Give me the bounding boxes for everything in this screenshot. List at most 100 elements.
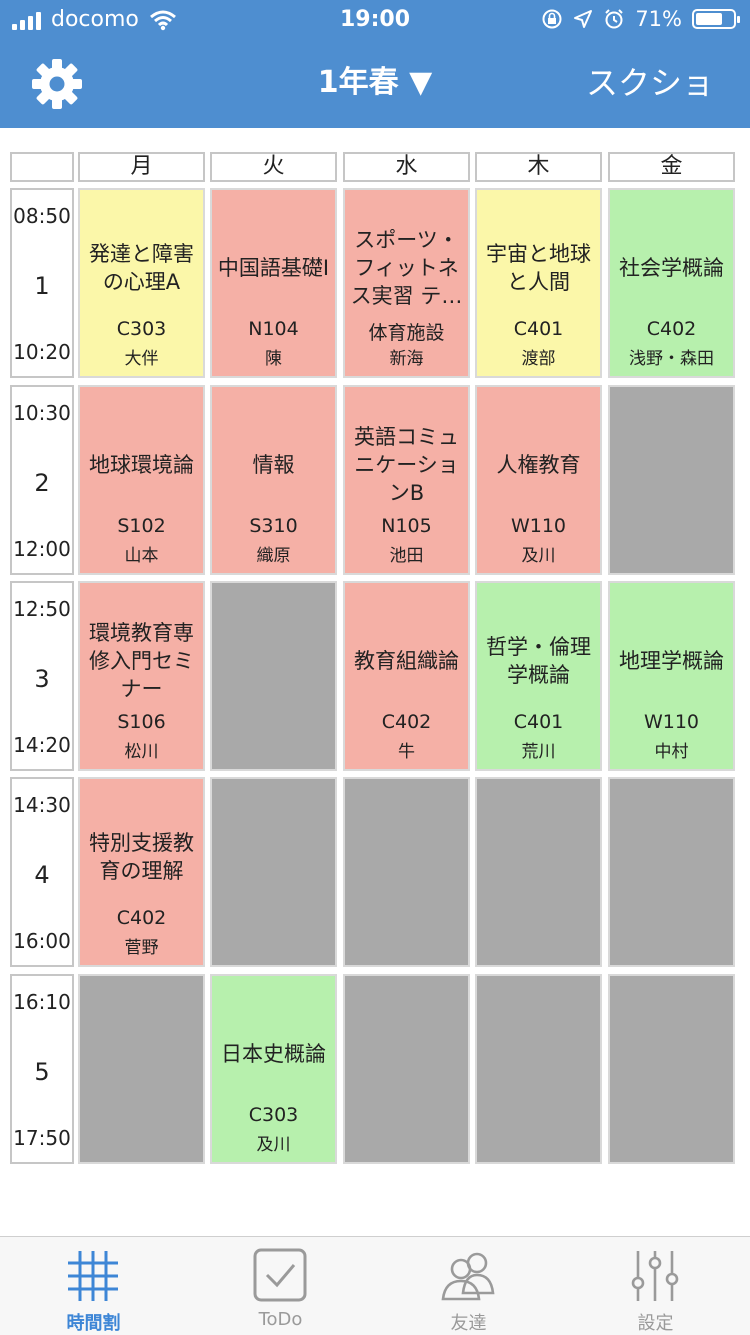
checkbox-icon xyxy=(253,1248,307,1302)
tab-label: 友達 xyxy=(450,1313,487,1334)
tab-timetable[interactable]: 時間割 xyxy=(0,1237,187,1335)
tab-settings[interactable]: 設定 xyxy=(562,1237,749,1335)
empty-cell[interactable] xyxy=(608,777,735,967)
class-cell[interactable]: 地理学概論 W110 中村 xyxy=(608,581,735,771)
day-header: 火 xyxy=(210,152,337,182)
class-teacher: 荒川 xyxy=(521,742,556,762)
period-label: 12:50 3 14:20 xyxy=(10,581,74,771)
battery-percent: 71% xyxy=(635,7,682,31)
class-room: W110 xyxy=(510,515,567,537)
class-cell[interactable]: 社会学概論 C402 浅野・森田 xyxy=(608,188,735,378)
empty-cell[interactable] xyxy=(475,777,602,967)
nav-bar: 1年春 ▼ スクショ xyxy=(0,40,750,128)
class-room: C401 xyxy=(513,711,564,733)
day-header: 月 xyxy=(78,152,205,182)
empty-cell[interactable] xyxy=(608,385,735,575)
class-cell[interactable]: 教育組織論 C402 牛 xyxy=(343,581,470,771)
class-teacher: 浅野・森田 xyxy=(629,349,714,369)
tab-label: 時間割 xyxy=(66,1313,121,1334)
period-label: 14:30 4 16:00 xyxy=(10,777,74,967)
class-name: 宇宙と地球と人間 xyxy=(486,242,591,294)
class-cell[interactable]: 日本史概論 C303 及川 xyxy=(210,974,337,1164)
class-name: 情報 xyxy=(252,453,295,477)
class-cell[interactable]: 地球環境論 S102 山本 xyxy=(78,385,205,575)
class-teacher: 大伴 xyxy=(124,349,159,369)
class-room: C402 xyxy=(116,907,167,929)
period-number: 5 xyxy=(34,1058,50,1086)
class-teacher: 牛 xyxy=(398,742,415,762)
status-right: 71% xyxy=(541,7,740,31)
period-end-time: 17:50 xyxy=(13,1126,71,1150)
tab-bar: 時間割 ToDo 友達 設定 xyxy=(0,1236,750,1335)
class-name: 社会学概論 xyxy=(619,256,724,280)
class-name: 日本史概論 xyxy=(221,1042,326,1066)
period-number: 3 xyxy=(34,665,50,693)
class-room: N105 xyxy=(381,515,432,537)
class-cell[interactable]: 特別支援教育の理解 C402 菅野 xyxy=(78,777,205,967)
class-name: 人権教育 xyxy=(496,453,581,477)
class-cell[interactable]: 情報 S310 織原 xyxy=(210,385,337,575)
class-cell[interactable]: 人権教育 W110 及川 xyxy=(475,385,602,575)
class-room: S310 xyxy=(249,515,298,537)
class-name: 地球環境論 xyxy=(89,453,194,477)
period-start-time: 14:30 xyxy=(13,793,71,817)
period-end-time: 14:20 xyxy=(13,733,71,757)
class-teacher: 及川 xyxy=(521,546,556,566)
class-name: 英語コミュニケーションB xyxy=(354,425,459,505)
empty-cell[interactable] xyxy=(210,777,337,967)
period-label: 10:30 2 12:00 xyxy=(10,385,74,575)
rotation-lock-icon xyxy=(542,9,562,29)
class-room: C401 xyxy=(513,318,564,340)
class-teacher: 陳 xyxy=(265,349,282,369)
class-cell[interactable]: スポーツ・フィットネス実習 テ… 体育施設 新海 xyxy=(343,188,470,378)
period-number: 1 xyxy=(34,272,50,300)
class-room: S102 xyxy=(117,515,166,537)
gear-icon[interactable] xyxy=(30,57,84,111)
class-cell[interactable]: 環境教育専修入門セミナー S106 松川 xyxy=(78,581,205,771)
day-header: 水 xyxy=(343,152,470,182)
period-start-time: 16:10 xyxy=(13,990,71,1014)
class-teacher: 渡部 xyxy=(521,349,556,369)
class-room: S106 xyxy=(117,711,166,733)
empty-cell[interactable] xyxy=(343,974,470,1164)
class-teacher: 池田 xyxy=(389,546,424,566)
tab-todo[interactable]: ToDo xyxy=(187,1237,374,1335)
period-start-time: 12:50 xyxy=(13,597,71,621)
empty-cell[interactable] xyxy=(343,777,470,967)
day-header: 金 xyxy=(608,152,735,182)
class-cell[interactable]: 英語コミュニケーションB N105 池田 xyxy=(343,385,470,575)
period-end-time: 12:00 xyxy=(13,537,71,561)
class-teacher: 山本 xyxy=(124,546,159,566)
friends-icon xyxy=(441,1252,495,1301)
class-room: 体育施設 xyxy=(368,322,445,344)
day-header: 木 xyxy=(475,152,602,182)
status-bar: docomo 19:00 71% xyxy=(0,0,750,40)
period-end-time: 10:20 xyxy=(13,340,71,364)
location-icon xyxy=(574,10,593,28)
empty-cell[interactable] xyxy=(475,974,602,1164)
class-teacher: 織原 xyxy=(256,546,291,566)
period-start-time: 08:50 xyxy=(13,204,71,228)
class-cell[interactable]: 宇宙と地球と人間 C401 渡部 xyxy=(475,188,602,378)
class-room: W110 xyxy=(643,711,700,733)
empty-cell[interactable] xyxy=(608,974,735,1164)
class-name: 教育組織論 xyxy=(354,649,459,673)
empty-cell[interactable] xyxy=(78,974,205,1164)
class-name: スポーツ・フィットネス実習 テ… xyxy=(350,228,463,308)
empty-cell[interactable] xyxy=(210,581,337,771)
class-cell[interactable]: 中国語基礎I N104 陳 xyxy=(210,188,337,378)
tab-friends[interactable]: 友達 xyxy=(375,1237,562,1335)
battery-icon xyxy=(692,9,740,29)
class-name: 中国語基礎I xyxy=(217,256,330,280)
class-teacher: 及川 xyxy=(256,1135,291,1155)
period-label: 16:10 5 17:50 xyxy=(10,974,74,1164)
class-cell[interactable]: 哲学・倫理学概論 C401 荒川 xyxy=(475,581,602,771)
period-end-time: 16:00 xyxy=(13,929,71,953)
class-room: N104 xyxy=(248,318,299,340)
screenshot-button[interactable]: スクショ xyxy=(586,64,714,102)
term-selector-label[interactable]: 1年春 ▼ xyxy=(318,65,432,100)
tab-label: 設定 xyxy=(637,1313,674,1334)
class-cell[interactable]: 発達と障害の心理A C303 大伴 xyxy=(78,188,205,378)
class-name: 特別支援教育の理解 xyxy=(89,831,194,883)
class-teacher: 松川 xyxy=(124,742,159,762)
